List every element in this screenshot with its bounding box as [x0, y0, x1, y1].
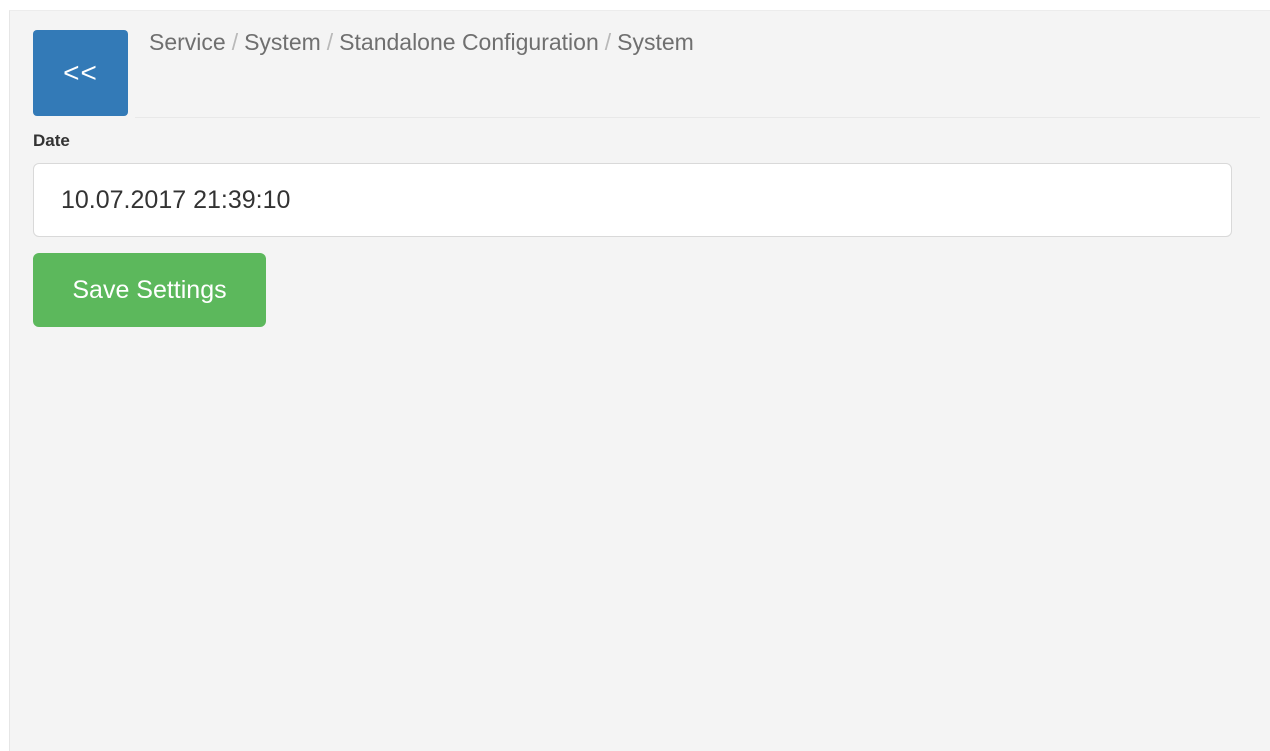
header-divider — [135, 117, 1260, 118]
breadcrumb-item-system[interactable]: System — [244, 29, 321, 55]
breadcrumb-item-service[interactable]: Service — [149, 29, 226, 55]
breadcrumb-item-standalone-configuration[interactable]: Standalone Configuration — [339, 29, 599, 55]
date-label: Date — [33, 131, 70, 150]
breadcrumb-separator: / — [231, 29, 239, 55]
breadcrumb-item-current: System — [617, 29, 694, 55]
breadcrumb: Service / System / Standalone Configuration /… — [149, 29, 694, 56]
save-settings-button[interactable]: Save Settings — [33, 253, 266, 327]
date-input[interactable] — [33, 163, 1232, 237]
back-button[interactable]: << — [33, 30, 128, 116]
settings-panel: << Service / System / Standalone Configurati… — [9, 10, 1270, 751]
breadcrumb-separator: / — [604, 29, 612, 55]
breadcrumb-separator: / — [326, 29, 334, 55]
